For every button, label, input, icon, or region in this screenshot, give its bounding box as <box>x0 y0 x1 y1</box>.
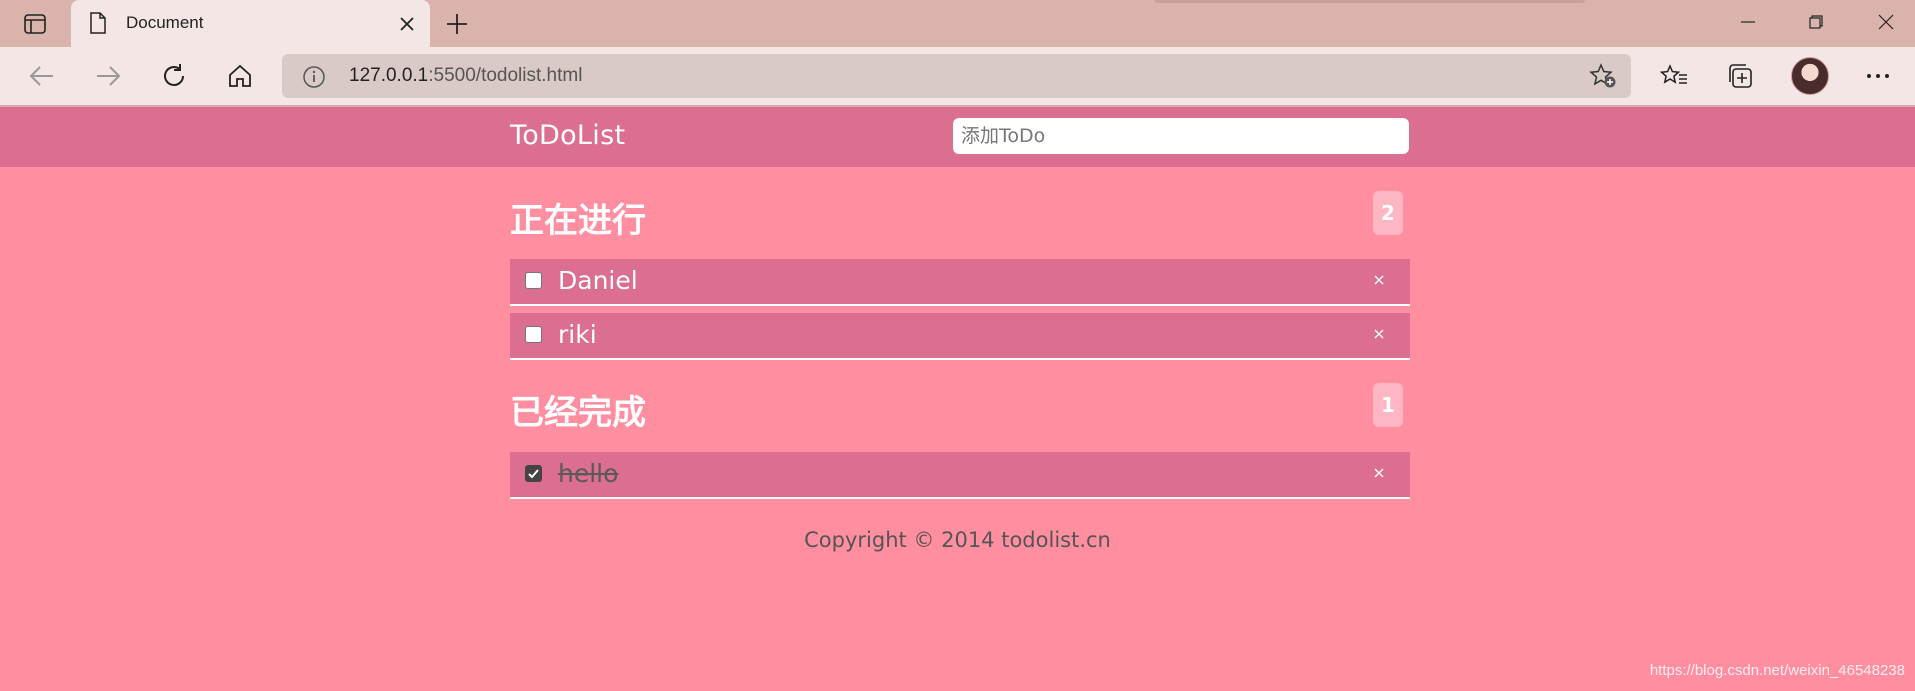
restore-icon <box>1809 15 1823 29</box>
back-button[interactable] <box>24 59 60 93</box>
todo-item: riki <box>510 313 1410 360</box>
browser-tab[interactable]: Document <box>71 0 430 47</box>
close-icon <box>1374 275 1384 285</box>
todo-item: hello <box>510 452 1410 499</box>
tab-actions-button[interactable] <box>18 10 52 38</box>
refresh-icon <box>164 64 184 86</box>
tab-drag-area <box>1155 0 1585 3</box>
star-plus-icon[interactable] <box>1589 63 1617 89</box>
tab-actions-icon <box>24 14 46 34</box>
address-bar[interactable]: 127.0.0.1:5500/todolist.html <box>282 54 1631 98</box>
close-icon <box>1878 14 1894 30</box>
minimize-icon <box>1741 21 1755 23</box>
watermark: https://blog.csdn.net/weixin_46548238 <box>1649 662 1905 679</box>
collections-icon <box>1729 64 1752 88</box>
restore-button[interactable] <box>1793 6 1839 38</box>
todo-text[interactable]: hello <box>558 459 618 488</box>
app-brand[interactable]: ToDoList <box>510 120 625 151</box>
close-icon <box>1374 329 1384 339</box>
ongoing-count-badge: 2 <box>1373 191 1403 235</box>
home-button[interactable] <box>222 59 258 93</box>
todo-text[interactable]: Daniel <box>558 266 638 295</box>
tab-close-button[interactable] <box>394 11 420 37</box>
window-close-button[interactable] <box>1863 6 1909 38</box>
refresh-button[interactable] <box>156 59 192 93</box>
url-path: :5500/todolist.html <box>428 65 583 86</box>
browser-tab-bar: Document <box>0 0 1915 47</box>
delete-todo-button[interactable] <box>1367 461 1391 485</box>
page-icon <box>90 12 106 34</box>
close-icon <box>400 17 414 31</box>
close-icon <box>1374 468 1384 478</box>
profile-avatar[interactable] <box>1791 57 1829 95</box>
add-todo-input[interactable] <box>953 118 1409 154</box>
completed-count-badge: 1 <box>1373 383 1403 427</box>
todo-item: Daniel <box>510 259 1410 306</box>
forward-button[interactable] <box>90 59 126 93</box>
plus-icon <box>447 14 467 34</box>
new-tab-button[interactable] <box>441 9 473 39</box>
todo-checkbox[interactable] <box>525 272 542 289</box>
footer-copyright: Copyright © 2014 todolist.cn <box>804 528 1111 552</box>
forward-arrow-icon <box>97 66 121 86</box>
info-icon[interactable] <box>302 65 326 89</box>
tab-title: Document <box>126 13 204 32</box>
more-icon <box>1867 74 1889 78</box>
home-icon <box>229 64 251 87</box>
todo-checkbox[interactable] <box>525 326 542 343</box>
settings-more-button[interactable] <box>1860 59 1896 93</box>
completed-section-title: 已经完成 <box>510 393 646 433</box>
checkmark-icon <box>528 469 539 479</box>
delete-todo-button[interactable] <box>1367 322 1391 346</box>
todo-checkbox-checked[interactable] <box>525 465 542 482</box>
back-arrow-icon <box>29 66 53 86</box>
favorites-button[interactable] <box>1656 59 1692 93</box>
ongoing-todo-list: Daniel riki <box>510 259 1410 367</box>
url-text[interactable]: 127.0.0.1:5500/todolist.html <box>349 65 582 87</box>
todo-text[interactable]: riki <box>558 320 597 349</box>
minimize-button[interactable] <box>1725 6 1771 38</box>
ongoing-section-title: 正在进行 <box>510 201 646 241</box>
favorites-icon <box>1660 64 1687 84</box>
url-host: 127.0.0.1 <box>349 65 429 86</box>
browser-toolbar: 127.0.0.1:5500/todolist.html <box>0 47 1915 105</box>
collections-button[interactable] <box>1722 59 1758 93</box>
app-header: ToDoList <box>0 107 1915 167</box>
completed-todo-list: hello <box>510 452 1410 506</box>
delete-todo-button[interactable] <box>1367 268 1391 292</box>
